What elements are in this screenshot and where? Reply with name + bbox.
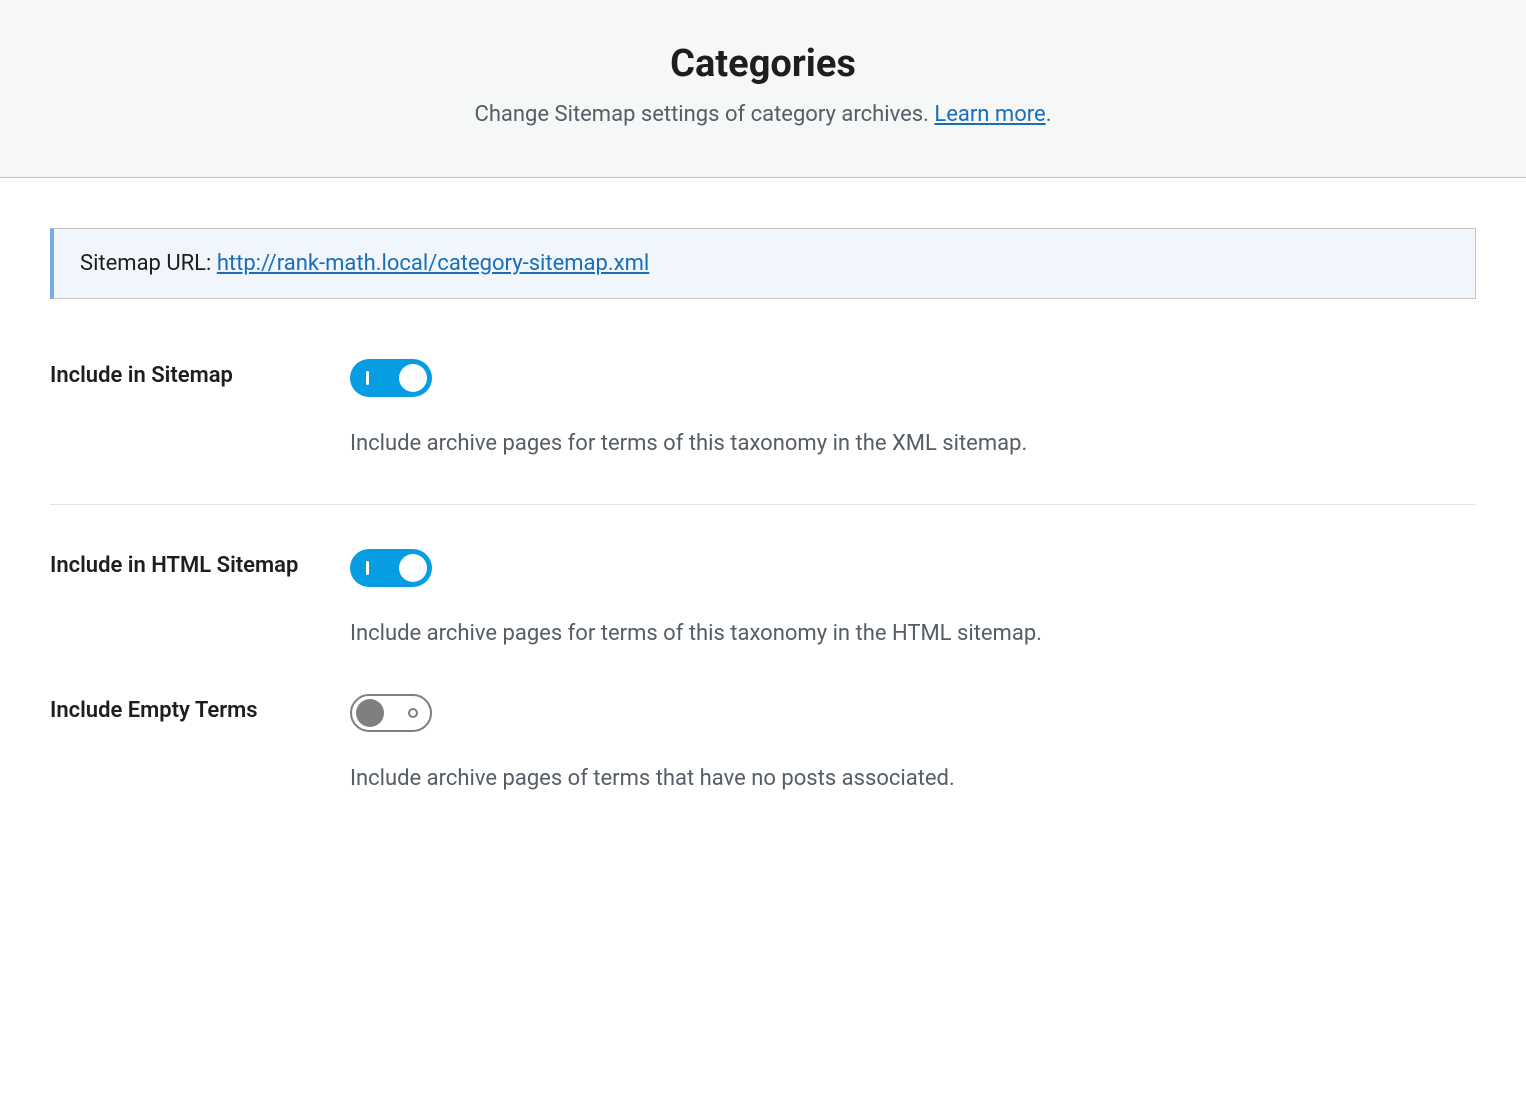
learn-more-link[interactable]: Learn more — [934, 102, 1045, 127]
toggle-on-indicator-icon — [366, 371, 369, 385]
setting-help-text: Include archive pages of terms that have… — [350, 762, 1476, 795]
setting-include-in-html-sitemap: Include in HTML Sitemap Include archive … — [50, 549, 1476, 694]
page-header: Categories Change Sitemap settings of ca… — [0, 0, 1526, 178]
sitemap-url-label: Sitemap URL: — [80, 251, 217, 276]
include-in-sitemap-toggle[interactable] — [350, 359, 432, 397]
sitemap-url-notice: Sitemap URL: http://rank-math.local/cate… — [50, 228, 1476, 299]
sitemap-url-link[interactable]: http://rank-math.local/category-sitemap.… — [217, 251, 649, 276]
setting-label: Include Empty Terms — [50, 694, 350, 723]
setting-help-text: Include archive pages for terms of this … — [350, 427, 1476, 460]
toggle-knob-icon — [399, 554, 427, 582]
page-description: Change Sitemap settings of category arch… — [50, 102, 1476, 127]
setting-include-empty-terms: Include Empty Terms Include archive page… — [50, 694, 1476, 839]
page-title: Categories — [50, 42, 1476, 86]
include-empty-terms-toggle[interactable] — [350, 694, 432, 732]
setting-label: Include in Sitemap — [50, 359, 350, 388]
page-description-text: Change Sitemap settings of category arch… — [475, 102, 935, 127]
settings-content: Sitemap URL: http://rank-math.local/cate… — [0, 178, 1526, 889]
setting-help-text: Include archive pages for terms of this … — [350, 617, 1476, 650]
page-description-suffix: . — [1046, 102, 1052, 127]
toggle-on-indicator-icon — [366, 561, 369, 575]
setting-label: Include in HTML Sitemap — [50, 549, 350, 578]
include-in-html-sitemap-toggle[interactable] — [350, 549, 432, 587]
toggle-knob-icon — [356, 699, 384, 727]
toggle-knob-icon — [399, 364, 427, 392]
setting-control: Include archive pages for terms of this … — [350, 359, 1476, 460]
toggle-off-indicator-icon — [408, 708, 418, 718]
setting-control: Include archive pages of terms that have… — [350, 694, 1476, 795]
setting-control: Include archive pages for terms of this … — [350, 549, 1476, 650]
setting-include-in-sitemap: Include in Sitemap Include archive pages… — [50, 359, 1476, 505]
